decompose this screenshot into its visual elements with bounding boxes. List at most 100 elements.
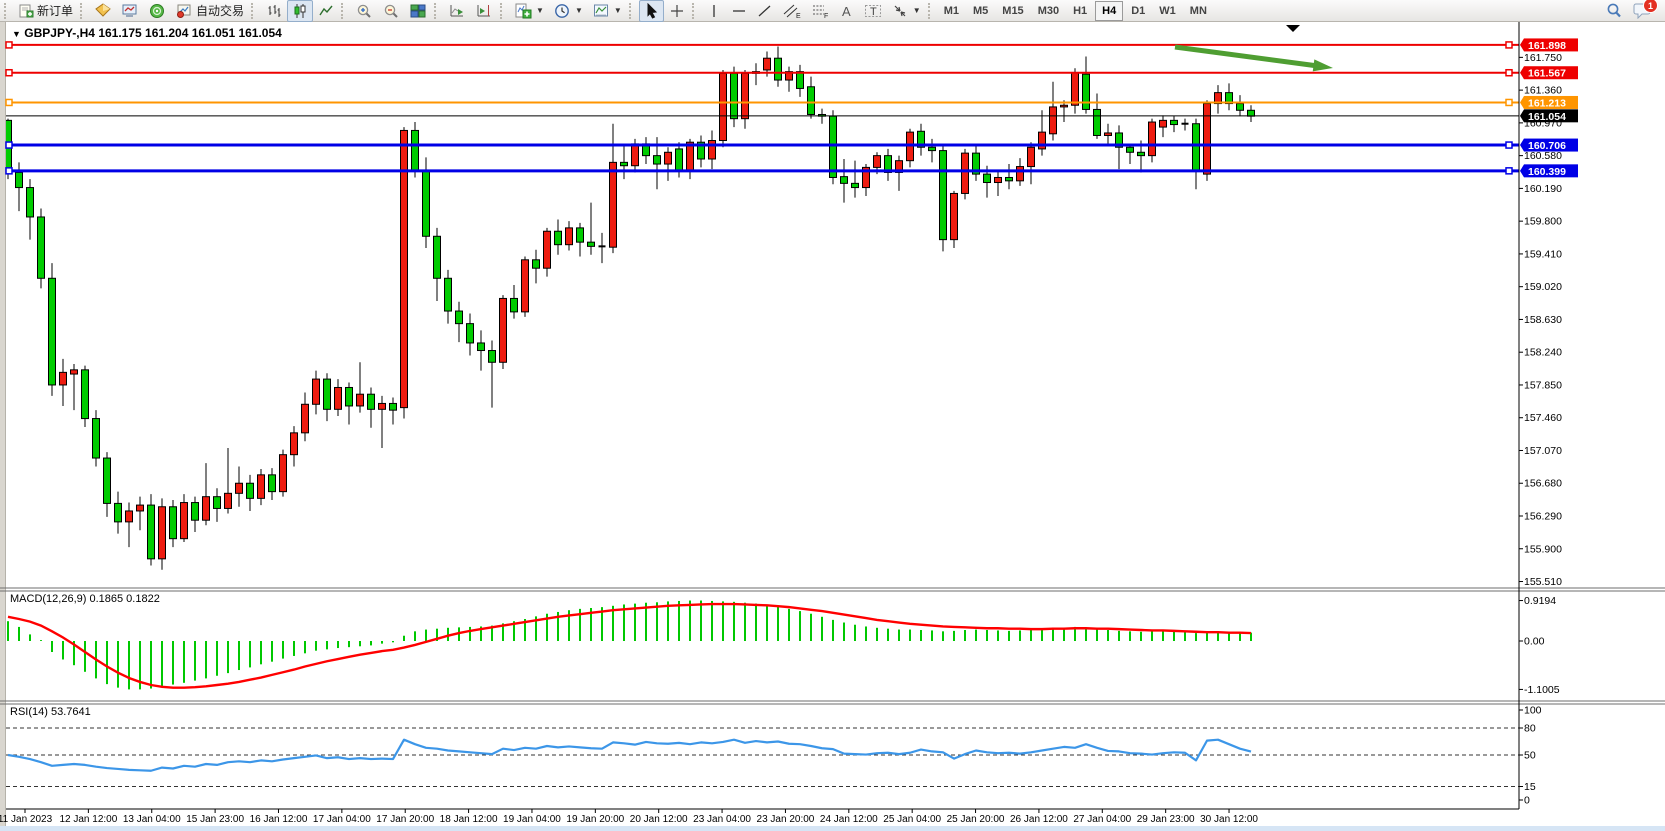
text-icon: A [839,3,854,19]
candle [1149,119,1156,163]
toolbar-grip[interactable] [692,3,700,19]
svg-text:155.900: 155.900 [1524,543,1562,555]
svg-text:A: A [842,4,851,19]
svg-text:17 Jan 04:00: 17 Jan 04:00 [313,814,371,825]
label-button[interactable]: T [859,0,887,22]
periods-button[interactable]: ▼ [549,0,588,22]
svg-text:11 Jan 2023: 11 Jan 2023 [0,814,53,825]
svg-text:19 Jan 04:00: 19 Jan 04:00 [503,814,561,825]
indicators-button[interactable]: ▼ [510,0,549,22]
svg-text:156.290: 156.290 [1524,511,1562,523]
chart-area[interactable]: 161.750161.360160.970160.580160.190159.8… [0,0,1665,831]
trendline-button[interactable] [752,0,778,22]
crosshair-button[interactable] [664,0,690,22]
chart-dropdown-icon[interactable]: ▼ [12,29,21,39]
candle [830,110,837,184]
candle [93,410,100,466]
zoom-out-icon [383,3,400,19]
trendline-icon [757,3,773,19]
toolbar-grip[interactable] [434,3,442,19]
svg-text:157.070: 157.070 [1524,445,1562,457]
svg-text:159.020: 159.020 [1524,281,1562,293]
toolbar-grip[interactable] [80,3,88,19]
auto-scroll-button[interactable] [444,0,471,22]
search-button[interactable] [1600,0,1628,22]
text-button[interactable]: A [834,0,859,22]
svg-text:16 Jan 12:00: 16 Jan 12:00 [250,814,308,825]
svg-text:161.360: 161.360 [1524,85,1562,97]
timeframe-m15-button[interactable]: M15 [996,2,1029,20]
candle [940,144,947,252]
svg-text:157.460: 157.460 [1524,412,1562,424]
channel-button[interactable]: E [778,0,806,22]
candle [1204,100,1211,181]
svg-text:80: 80 [1524,723,1536,735]
chart-shift-button[interactable] [471,0,498,22]
timeframe-h4-button[interactable]: H4 [1095,1,1123,21]
candle [38,209,45,289]
svg-text:100: 100 [1524,705,1542,717]
svg-text:29 Jan 23:00: 29 Jan 23:00 [1137,814,1195,825]
toolbar-grip[interactable] [341,3,349,19]
timeframe-w1-button[interactable]: W1 [1153,2,1182,20]
timeframe-m1-button[interactable]: M1 [938,2,965,20]
svg-text:-1.1005: -1.1005 [1524,684,1560,696]
chat-unread-badge: 1 [1643,0,1658,13]
timeframe-mn-button[interactable]: MN [1184,2,1213,20]
svg-text:0.9194: 0.9194 [1524,595,1556,607]
templates-button[interactable]: ▼ [588,0,627,22]
svg-text:17 Jan 20:00: 17 Jan 20:00 [376,814,434,825]
candle [82,366,89,427]
tile-windows-button[interactable] [405,0,432,22]
cursor-icon [644,3,659,19]
zoom-in-button[interactable] [351,0,378,22]
svg-text:25 Jan 04:00: 25 Jan 04:00 [883,814,941,825]
svg-text:12 Jan 12:00: 12 Jan 12:00 [59,814,117,825]
toolbar-grip[interactable] [629,3,637,19]
line-chart-button[interactable] [313,0,339,22]
timeframe-bar: M1M5M15M30H1H4D1W1MN [938,1,1213,21]
svg-text:161.750: 161.750 [1524,52,1562,64]
toolbar-grip[interactable] [251,3,259,19]
timeframe-h1-button[interactable]: H1 [1067,2,1093,20]
navigator-button[interactable] [144,0,171,22]
auto-trading-button[interactable]: 自动交易 [171,0,249,22]
toolbar-grip[interactable] [500,3,508,19]
timeframe-m5-button[interactable]: M5 [967,2,994,20]
svg-text:161.054: 161.054 [1528,111,1566,123]
chevron-down-icon: ▼ [614,6,622,15]
svg-text:20 Jan 12:00: 20 Jan 12:00 [630,814,688,825]
timeframe-m30-button[interactable]: M30 [1032,2,1065,20]
svg-text:E: E [796,13,801,19]
market-watch-icon [95,3,112,19]
new-order-button[interactable]: 新订单 [14,0,78,22]
svg-text:156.680: 156.680 [1524,478,1562,490]
label-icon: T [864,3,882,19]
zoom-out-button[interactable] [378,0,405,22]
cursor-button[interactable] [639,0,664,22]
data-window-button[interactable] [117,0,144,22]
svg-text:15 Jan 23:00: 15 Jan 23:00 [186,814,244,825]
window-bottom-edge [0,826,1665,831]
horizontal-line-button[interactable] [726,0,752,22]
svg-text:24 Jan 12:00: 24 Jan 12:00 [820,814,878,825]
market-watch-button[interactable] [90,0,117,22]
svg-text:159.800: 159.800 [1524,216,1562,228]
fibonacci-button[interactable]: F [806,0,834,22]
chart-symbol-timeframe: GBPJPY-,H4 [24,26,95,40]
line-chart-icon [318,3,334,19]
bar-chart-button[interactable] [261,0,287,22]
timeframe-d1-button[interactable]: D1 [1125,2,1151,20]
svg-text:0: 0 [1524,795,1530,807]
svg-text:160.399: 160.399 [1528,166,1566,178]
vertical-line-button[interactable] [702,0,726,22]
svg-text:T: T [870,6,877,18]
candlestick-chart-button[interactable] [287,0,313,22]
arrows-button[interactable]: ▼ [887,0,926,22]
svg-text:23 Jan 20:00: 23 Jan 20:00 [757,814,815,825]
macd-indicator-label: MACD(12,26,9) 0.1865 0.1822 [10,593,160,605]
toolbar-grip[interactable] [928,3,936,19]
candle [951,191,958,248]
chat-button[interactable]: 1 [1628,0,1657,22]
toolbar-grip[interactable] [4,3,12,19]
